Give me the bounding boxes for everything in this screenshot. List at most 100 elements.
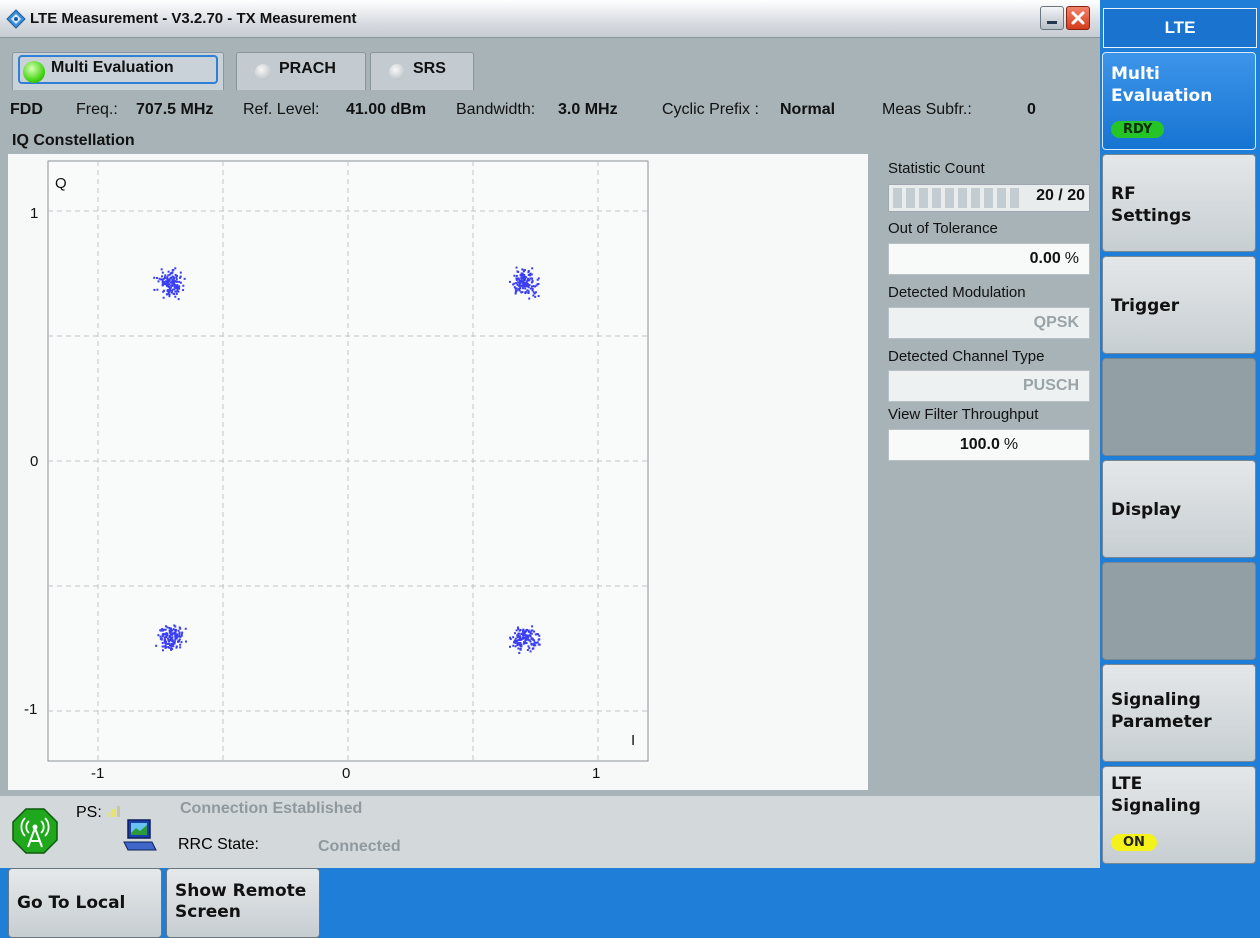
- meas-subframe-value: 0: [1027, 101, 1036, 118]
- go-to-local-button[interactable]: Go To Local: [8, 868, 162, 938]
- constellation-point: [162, 632, 165, 635]
- softkey-trigger[interactable]: Trigger: [1102, 256, 1256, 354]
- constellation-point: [173, 632, 176, 635]
- constellation-point: [532, 647, 535, 650]
- constellation-point: [527, 284, 530, 287]
- constellation-point: [164, 641, 167, 644]
- rrc-state-label: RRC State:: [178, 836, 259, 853]
- meas-subframe-label: Meas Subfr.:: [882, 101, 972, 118]
- constellation-point: [509, 636, 512, 639]
- button-label: Go To Local: [17, 893, 126, 913]
- close-icon: [1071, 11, 1085, 25]
- title-bar: LTE Measurement - V3.2.70 - TX Measureme…: [0, 0, 1100, 38]
- constellation-point: [523, 633, 526, 636]
- constellation-point: [525, 641, 528, 644]
- constellation-point: [175, 292, 178, 295]
- status-badge: ON: [1111, 834, 1157, 851]
- constellation-point: [515, 266, 518, 269]
- constellation-point: [167, 270, 170, 273]
- iq-constellation-panel: Q I 1 0 -1 -1 0 1: [8, 154, 868, 790]
- constellation-point: [181, 631, 184, 634]
- constellation-point: [538, 638, 541, 641]
- constellation-point: [523, 630, 526, 633]
- constellation-point: [160, 637, 163, 640]
- constellation-point: [168, 639, 171, 642]
- constellation-point: [522, 642, 525, 645]
- constellation-point: [525, 284, 528, 287]
- constellation-point: [176, 635, 179, 638]
- constellation-point: [519, 644, 522, 647]
- constellation-point: [537, 282, 540, 285]
- tab-srs[interactable]: SRS: [370, 52, 474, 90]
- constellation-point: [159, 629, 162, 632]
- constellation-point: [531, 277, 534, 280]
- tab-prach[interactable]: PRACH: [236, 52, 366, 90]
- count-bar-segment: [997, 188, 1006, 208]
- constellation-point: [182, 289, 185, 292]
- constellation-point: [526, 638, 529, 641]
- count-bar-segment: [971, 188, 980, 208]
- constellation-point: [164, 633, 167, 636]
- ps-signal-icon: [107, 806, 120, 817]
- detected-modulation-label: Detected Modulation: [888, 284, 1026, 301]
- status-led-icon: [255, 64, 271, 80]
- constellation-point: [176, 640, 179, 643]
- constellation-point: [177, 290, 180, 293]
- constellation-point: [517, 277, 520, 280]
- constellation-point: [529, 274, 532, 277]
- constellation-point: [166, 626, 169, 629]
- softkey-empty-2[interactable]: [1102, 562, 1256, 660]
- tab-multi-evaluation[interactable]: Multi Evaluation: [12, 52, 224, 90]
- constellation-point: [171, 282, 174, 285]
- minimize-button[interactable]: [1040, 6, 1064, 30]
- show-remote-screen-button[interactable]: Show Remote Screen: [166, 868, 320, 938]
- window-title: LTE Measurement - V3.2.70 - TX Measureme…: [30, 10, 357, 27]
- constellation-point: [528, 297, 531, 300]
- constellation-point: [515, 274, 518, 277]
- constellation-point: [178, 287, 181, 290]
- y-tick-label: -1: [24, 701, 37, 718]
- constellation-point: [527, 291, 530, 294]
- constellation-point: [513, 282, 516, 285]
- softkey-empty-1[interactable]: [1102, 358, 1256, 456]
- constellation-point: [175, 280, 178, 283]
- constellation-point: [168, 295, 171, 298]
- constellation-point: [172, 279, 175, 282]
- constellation-point: [529, 650, 532, 653]
- constellation-point: [168, 293, 171, 296]
- tab-strip: Multi Evaluation PRACH SRS: [0, 48, 1100, 92]
- constellation-point: [174, 630, 177, 633]
- constellation-point: [163, 638, 166, 641]
- softkey-display[interactable]: Display: [1102, 460, 1256, 558]
- constellation-point: [534, 295, 537, 298]
- constellation-point: [524, 640, 527, 643]
- out-of-tolerance-field: 0.00%: [888, 243, 1090, 275]
- constellation-point: [157, 634, 160, 637]
- constellation-point: [159, 635, 162, 638]
- constellation-point: [533, 639, 536, 642]
- constellation-point: [521, 268, 524, 271]
- cyclic-prefix-label: Cyclic Prefix :: [662, 101, 759, 118]
- softkey-signaling-parameter[interactable]: Signaling Parameter: [1102, 664, 1256, 762]
- statistic-count-bar: 20 / 20: [888, 184, 1090, 212]
- constellation-point: [527, 271, 530, 274]
- constellation-point: [174, 290, 177, 293]
- constellation-point: [518, 285, 521, 288]
- softkey-multi-evaluation[interactable]: Multi Evaluation RDY: [1102, 52, 1256, 150]
- constellation-point: [168, 642, 171, 645]
- constellation-point: [157, 280, 160, 283]
- constellation-point: [179, 646, 182, 649]
- softkey-lte-signaling[interactable]: LTE Signaling ON: [1102, 766, 1256, 864]
- constellation-point: [178, 638, 181, 641]
- constellation-point: [168, 285, 171, 288]
- constellation-point: [519, 274, 522, 277]
- tab-label: PRACH: [279, 60, 336, 77]
- softkey-rf-settings[interactable]: RF Settings: [1102, 154, 1256, 252]
- constellation-point: [514, 637, 517, 640]
- constellation-point: [178, 285, 181, 288]
- constellation-point: [518, 632, 521, 635]
- close-button[interactable]: [1066, 6, 1090, 30]
- constellation-point: [516, 626, 519, 629]
- constellation-point: [519, 287, 522, 290]
- constellation-point: [160, 275, 163, 278]
